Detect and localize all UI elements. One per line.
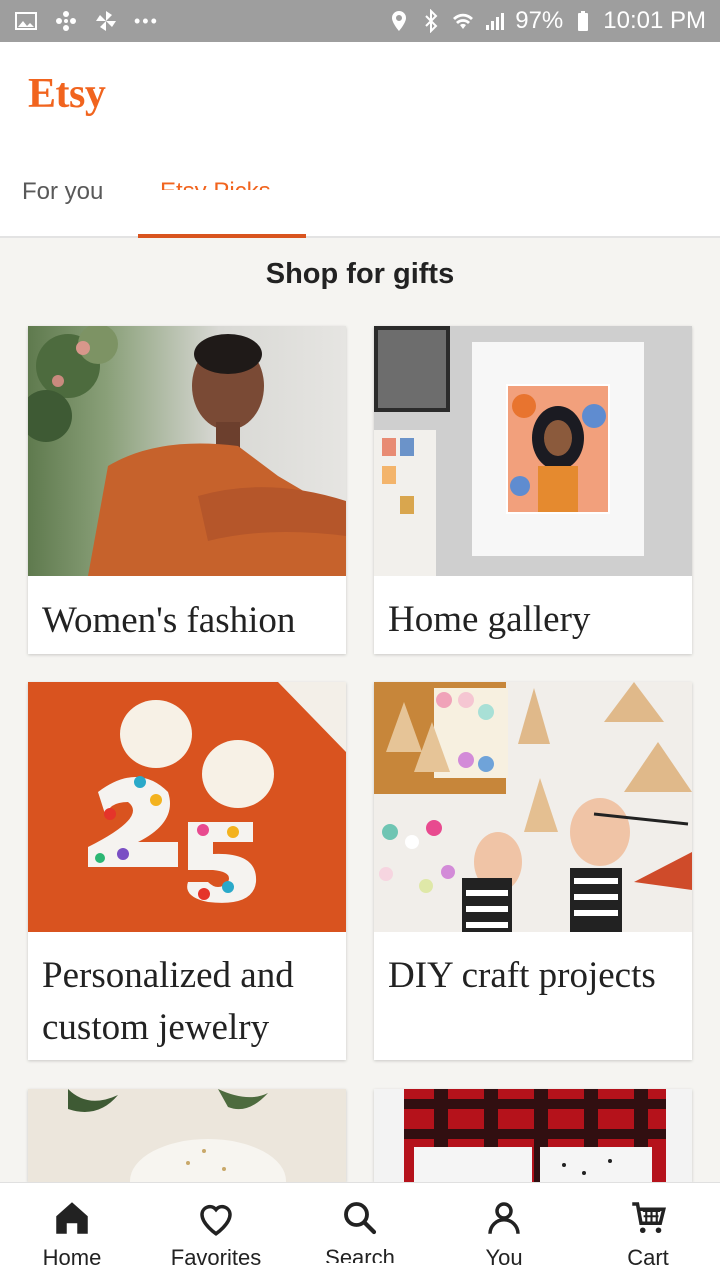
battery-percent: 97% bbox=[515, 7, 564, 34]
app-header: Etsy For you Etsy Picks bbox=[0, 42, 720, 238]
category-card-plaid-mugs[interactable] bbox=[374, 1089, 692, 1182]
category-card-ceramic-bowl[interactable] bbox=[28, 1089, 346, 1182]
cart-icon bbox=[632, 1202, 666, 1234]
location-icon bbox=[387, 9, 411, 33]
nav-you[interactable]: You bbox=[432, 1183, 576, 1280]
category-image bbox=[374, 1089, 692, 1182]
section-title: Shop for gifts bbox=[265, 258, 455, 290]
image-icon bbox=[14, 9, 38, 33]
category-image bbox=[374, 682, 692, 932]
nav-favorites[interactable]: Favorites bbox=[144, 1183, 288, 1280]
nav-cart[interactable]: Cart bbox=[576, 1183, 720, 1280]
category-card-home-gallery[interactable]: Home gallery bbox=[374, 326, 692, 654]
nav-search[interactable]: Search bbox=[288, 1183, 432, 1280]
nav-label: Favorites bbox=[170, 1245, 262, 1270]
nav-label: You bbox=[485, 1245, 523, 1270]
category-card-womens-fashion[interactable]: Women's fashion bbox=[28, 326, 346, 654]
battery-icon bbox=[571, 9, 595, 33]
category-label: Women's fashion bbox=[42, 600, 296, 634]
bluetooth-icon bbox=[419, 9, 443, 33]
category-card-diy-craft[interactable]: DIY craft projects bbox=[374, 682, 692, 1060]
category-image bbox=[28, 326, 346, 576]
category-label: Home gallery bbox=[388, 599, 591, 640]
status-bar: ••• 97% 10:01 PM bbox=[0, 0, 720, 42]
fan-icon bbox=[94, 9, 118, 33]
category-image bbox=[374, 326, 692, 576]
signal-icon bbox=[483, 9, 507, 33]
more-icon: ••• bbox=[134, 10, 159, 31]
category-card-personalized-jewelry[interactable]: Personalized and custom jewelry bbox=[28, 682, 346, 1060]
search-icon bbox=[344, 1202, 377, 1235]
active-tab-indicator bbox=[138, 234, 306, 238]
etsy-logo[interactable]: Etsy bbox=[28, 70, 106, 118]
tab-etsy-picks[interactable]: Etsy Picks bbox=[160, 172, 300, 190]
tab-label: For you bbox=[22, 178, 104, 205]
wifi-icon bbox=[451, 9, 475, 33]
nav-label: Cart bbox=[627, 1245, 669, 1270]
home-icon bbox=[56, 1202, 88, 1234]
category-label: Personalized and custom jewelry bbox=[42, 955, 294, 1048]
user-icon bbox=[488, 1202, 520, 1234]
category-image bbox=[28, 1089, 346, 1182]
tab-for-you[interactable]: For you bbox=[22, 172, 132, 210]
nav-label: Home bbox=[42, 1245, 102, 1270]
pinwheel-icon bbox=[54, 9, 78, 33]
tab-label: Etsy Picks bbox=[160, 178, 300, 190]
heart-icon bbox=[200, 1204, 232, 1236]
nav-label: Search bbox=[325, 1245, 395, 1263]
category-image bbox=[28, 682, 346, 932]
category-label: DIY craft projects bbox=[388, 955, 656, 996]
tab-bar: For you Etsy Picks bbox=[0, 172, 720, 238]
clock: 10:01 PM bbox=[603, 7, 706, 34]
bottom-navigation: Home Favorites Search You Cart bbox=[0, 1182, 720, 1280]
nav-home[interactable]: Home bbox=[0, 1183, 144, 1280]
